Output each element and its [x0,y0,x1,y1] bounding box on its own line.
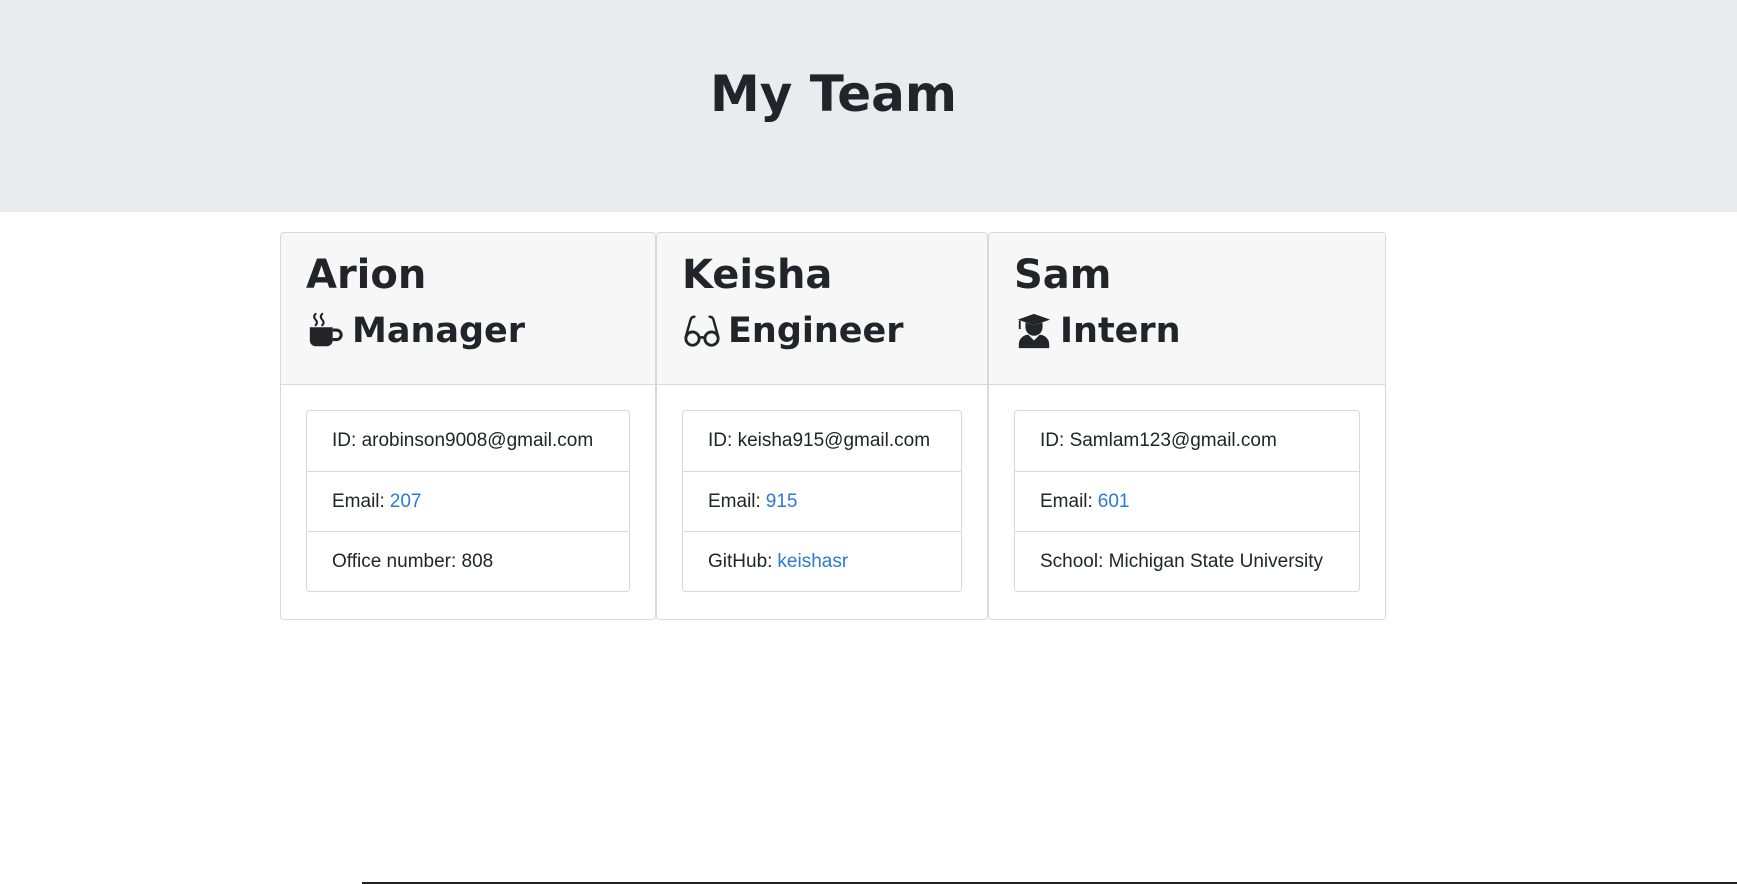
card-header: Sam Intern [989,233,1385,385]
employee-name: Arion [306,252,427,298]
github-label: GitHub: [708,550,773,572]
user-graduate-icon [1014,311,1054,351]
id-value: keisha915@gmail.com [737,430,931,451]
id-label: ID: [708,430,733,451]
role-label: Intern [1060,311,1181,351]
email-label: Email: [1040,490,1093,512]
email-label: Email: [332,490,385,512]
school-label: School: [1040,550,1104,572]
card-header: Arion Manager [281,233,655,385]
info-list: ID: arobinson9008@gmail.com Email: 207 O… [306,410,630,592]
list-item-office-number: Office number: 808 [307,531,629,591]
list-item-school: School: Michigan State University [1015,531,1359,591]
email-link[interactable]: 207 [390,491,422,513]
email-label: Email: [708,490,761,512]
list-item-email: Email: 915 [683,471,961,531]
list-item-id: ID: keisha915@gmail.com [683,411,961,471]
page-title: My Team [710,65,957,123]
list-item-email: Email: 601 [1015,471,1359,531]
employee-card-manager: Arion Manager ID: arobinson9008@gmail.co… [280,232,656,620]
employee-role: Manager [306,309,655,353]
office-number-label: Office number: [332,550,457,572]
card-header: Keisha Engineer [657,233,987,385]
card-body: ID: keisha915@gmail.com Email: 915 GitHu… [657,385,987,592]
list-item-github: GitHub: keishasr [683,531,961,591]
id-label: ID: [332,430,357,451]
employee-name: Sam [1014,252,1112,298]
list-item-id: ID: arobinson9008@gmail.com [307,411,629,471]
role-label: Engineer [728,311,904,351]
employee-card-intern: Sam Intern ID: Samlam123@gmail.com Email… [988,232,1386,620]
email-link[interactable]: 915 [766,491,798,513]
info-list: ID: Samlam123@gmail.com Email: 601 Schoo… [1014,410,1360,592]
employee-name: Keisha [682,252,833,298]
card-body: ID: arobinson9008@gmail.com Email: 207 O… [281,385,655,592]
employee-card-engineer: Keisha Engineer ID: keisha915@gmail.com … [656,232,988,620]
office-number-value: 808 [461,550,494,572]
list-item-email: Email: 207 [307,471,629,531]
card-body: ID: Samlam123@gmail.com Email: 601 Schoo… [989,385,1385,592]
id-value: Samlam123@gmail.com [1069,430,1277,451]
glasses-icon [682,311,722,351]
role-label: Manager [352,311,526,351]
email-link[interactable]: 601 [1098,491,1130,513]
employee-role: Intern [1014,309,1385,353]
github-link[interactable]: keishasr [777,551,848,573]
info-list: ID: keisha915@gmail.com Email: 915 GitHu… [682,410,962,592]
header-banner: My Team [0,0,1737,212]
id-value: arobinson9008@gmail.com [361,430,594,451]
id-label: ID: [1040,430,1065,451]
list-item-id: ID: Samlam123@gmail.com [1015,411,1359,471]
employee-role: Engineer [682,309,987,353]
school-value: Michigan State University [1108,550,1324,572]
mug-hot-icon [306,311,346,351]
